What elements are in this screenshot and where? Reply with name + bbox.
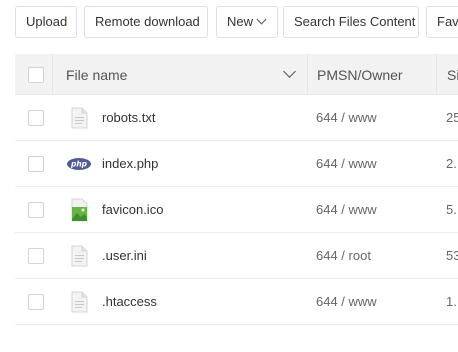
file-name-link[interactable]: favicon.ico	[102, 187, 163, 232]
new-label: New	[227, 14, 254, 29]
column-divider	[436, 54, 437, 94]
upload-button[interactable]: Upload	[15, 6, 77, 38]
file-size: 25	[446, 110, 458, 125]
favorites-label: Fav	[437, 14, 458, 29]
header-file-name[interactable]: File name	[66, 54, 127, 94]
favorites-button[interactable]: Fav	[426, 6, 458, 38]
select-all-checkbox[interactable]	[28, 67, 44, 83]
header-owner[interactable]: PMSN/Owner	[317, 54, 403, 94]
new-button[interactable]: New	[216, 6, 278, 38]
permission-owner[interactable]: 644 / www	[316, 141, 377, 186]
file-size: 2.	[446, 156, 457, 171]
php-file-icon: php	[67, 152, 91, 176]
search-files-label: Search Files Content	[294, 14, 416, 29]
file-manager: Upload Remote download New Search Files …	[0, 0, 458, 352]
table-row[interactable]: favicon.ico 644 / www 5.	[15, 187, 458, 233]
row-checkbox[interactable]	[28, 156, 44, 172]
table-row[interactable]: php index.php 644 / www 2.	[15, 141, 458, 187]
table-row[interactable]: .user.ini 644 / root 53	[15, 233, 458, 279]
row-checkbox[interactable]	[28, 248, 44, 264]
column-divider	[307, 54, 308, 94]
permission-owner[interactable]: 644 / www	[316, 279, 377, 324]
remote-download-button[interactable]: Remote download	[84, 6, 208, 38]
row-checkbox[interactable]	[28, 202, 44, 218]
text-file-icon	[67, 290, 91, 314]
file-name-link[interactable]: robots.txt	[102, 95, 155, 140]
file-name-link[interactable]: .user.ini	[102, 233, 147, 278]
file-size: 53	[446, 248, 458, 263]
image-file-icon	[67, 198, 91, 222]
file-table: File name PMSN/Owner Si robots.txt 644 / …	[15, 54, 458, 325]
file-size: 5.	[446, 202, 457, 217]
table-row[interactable]: robots.txt 644 / www 25	[15, 95, 458, 141]
table-row[interactable]: .htaccess 644 / www 1.	[15, 279, 458, 325]
row-checkbox[interactable]	[28, 110, 44, 126]
table-body: robots.txt 644 / www 25 php index.php 644 / w…	[15, 95, 458, 325]
file-name-link[interactable]: index.php	[102, 141, 158, 186]
search-files-content-button[interactable]: Search Files Content	[283, 6, 419, 38]
file-size: 1.	[446, 294, 457, 309]
permission-owner[interactable]: 644 / www	[316, 95, 377, 140]
row-checkbox[interactable]	[28, 294, 44, 310]
permission-owner[interactable]: 644 / www	[316, 187, 377, 232]
svg-text:php: php	[70, 160, 88, 169]
file-name-link[interactable]: .htaccess	[102, 279, 157, 324]
text-file-icon	[67, 106, 91, 130]
header-size[interactable]: Si	[447, 54, 458, 94]
permission-owner[interactable]: 644 / root	[316, 233, 371, 278]
column-divider	[52, 54, 53, 94]
chevron-down-icon	[256, 14, 267, 25]
remote-download-label: Remote download	[95, 14, 200, 29]
sort-chevron-icon[interactable]	[283, 65, 296, 78]
upload-label: Upload	[26, 14, 68, 29]
text-file-icon	[67, 244, 91, 268]
table-header: File name PMSN/Owner Si	[15, 54, 458, 95]
